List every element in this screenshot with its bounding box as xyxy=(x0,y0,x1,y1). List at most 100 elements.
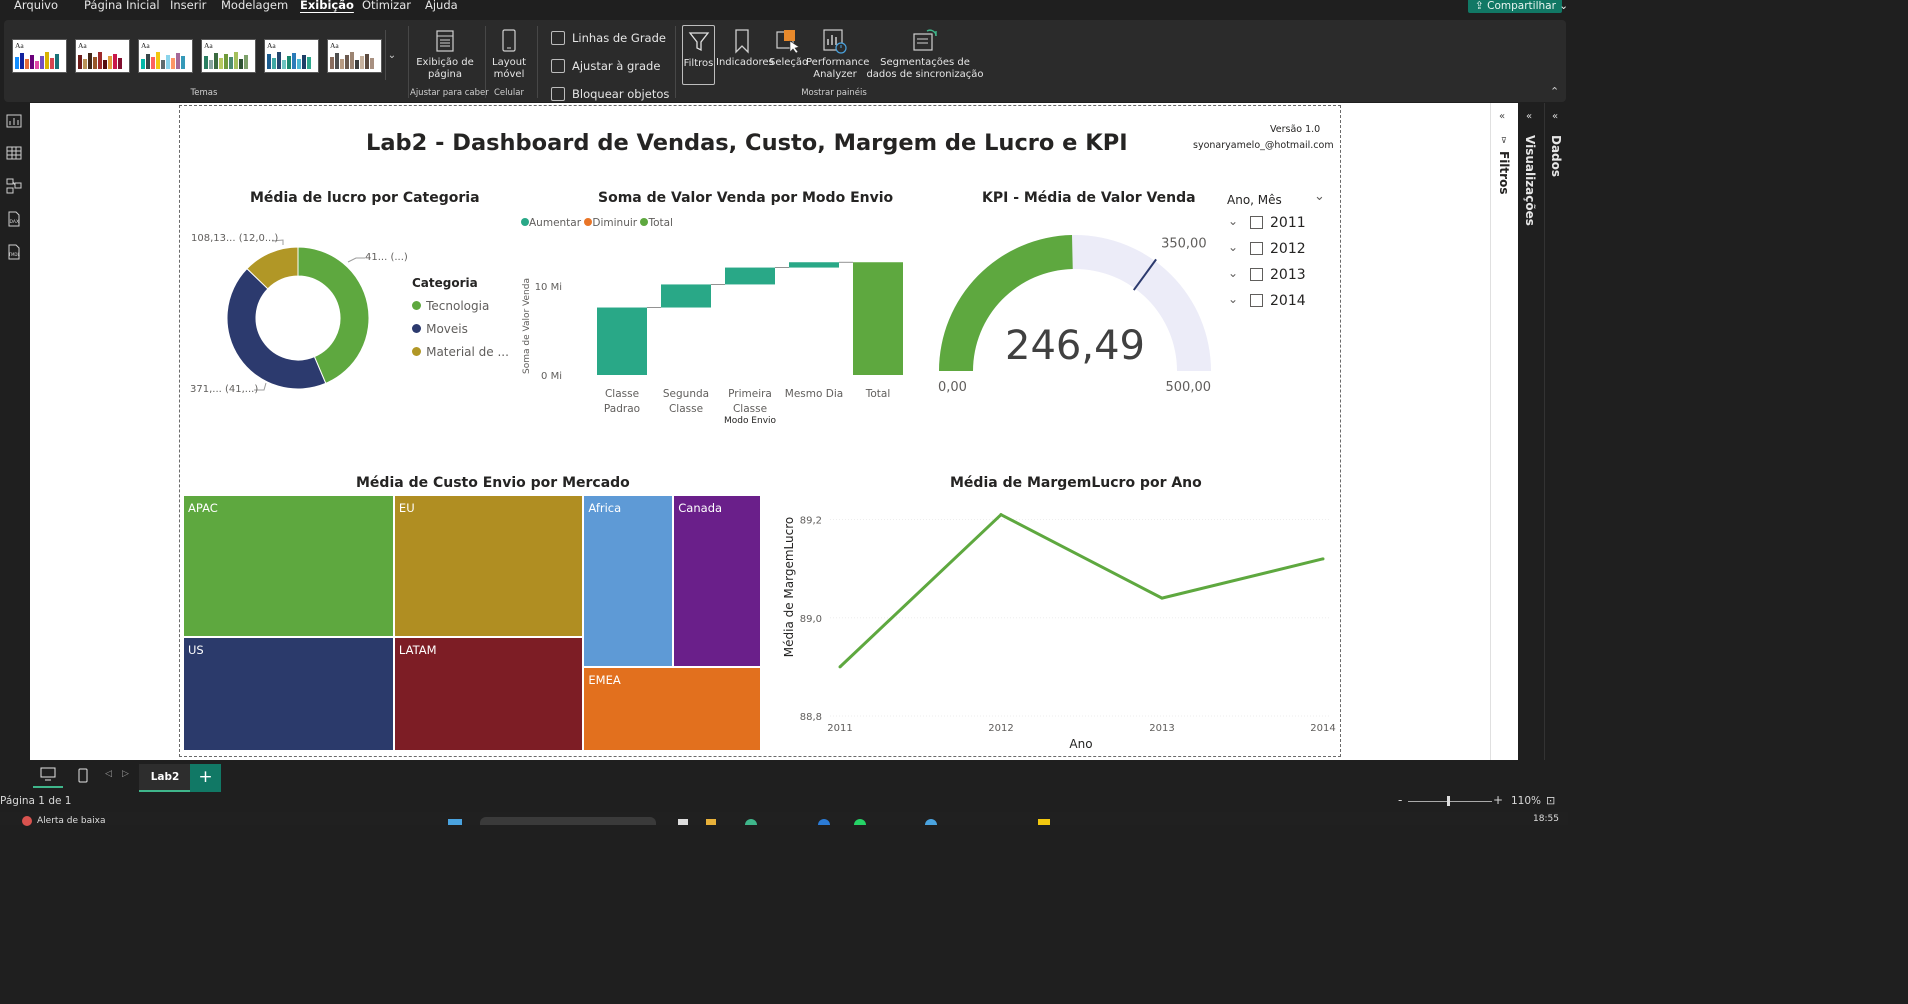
phone-icon[interactable] xyxy=(77,768,89,784)
chevron-down-icon[interactable]: ⌄ xyxy=(1228,266,1238,280)
slicer-item-2011[interactable]: ⌄ 2011 xyxy=(1226,214,1336,235)
donut-slice[interactable] xyxy=(226,267,327,390)
donut-legend-item[interactable]: Tecnologia xyxy=(412,295,489,314)
treemap-tile-us[interactable]: US xyxy=(183,636,394,751)
add-page-button[interactable]: + xyxy=(190,764,221,792)
taskbar-alert[interactable]: Alerta de baixa xyxy=(37,816,105,826)
treemap-tile-latam[interactable]: LATAM xyxy=(393,636,584,751)
waterfall-bar[interactable] xyxy=(789,262,839,268)
taskbar-search[interactable] xyxy=(480,817,656,825)
waterfall-bar[interactable] xyxy=(597,307,647,375)
zoom-slider[interactable] xyxy=(1408,801,1492,802)
line-series[interactable] xyxy=(838,512,1324,668)
slicer-item-2013[interactable]: ⌄ 2013 xyxy=(1226,266,1336,287)
next-page-icon[interactable]: ▷ xyxy=(122,769,129,779)
treemap-tile-canada[interactable]: Canada xyxy=(673,495,761,667)
waterfall-bar[interactable] xyxy=(661,284,711,308)
dax-query-icon[interactable]: DAX xyxy=(6,211,22,227)
data-pane-collapsed[interactable]: « Dados xyxy=(1544,103,1568,760)
donut-legend-item[interactable]: Moveis xyxy=(412,318,468,337)
theme-option-3[interactable]: Aa xyxy=(138,39,193,73)
taskbar-app-icon[interactable] xyxy=(925,819,937,825)
filters-pane-button[interactable]: Filtros xyxy=(682,25,715,85)
expand-icon[interactable]: « xyxy=(1526,111,1532,122)
tmdl-view-icon[interactable]: TMDL xyxy=(6,244,22,260)
waterfall-bar[interactable] xyxy=(853,262,903,375)
page-view-button[interactable]: Exibição de página xyxy=(415,28,475,84)
theme-option-4[interactable]: Aa xyxy=(201,39,256,73)
chevron-down-icon[interactable]: ⌄ xyxy=(1228,292,1238,306)
visualizations-pane-collapsed[interactable]: « Visualizações xyxy=(1518,103,1544,760)
report-view-icon[interactable] xyxy=(6,113,22,129)
treemap-chart[interactable]: APAC US EU LATAM Africa Canada EMEA xyxy=(183,495,761,751)
line-chart[interactable]: 89,2 89,0 88,8 Média de MargemLucro 2011 2012… xyxy=(775,495,1340,755)
treemap-tile-apac[interactable]: APAC xyxy=(183,495,394,637)
menu-modelagem[interactable]: Modelagem xyxy=(221,0,288,12)
menu-inserir[interactable]: Inserir xyxy=(170,0,206,12)
treemap-tile-eu[interactable]: EU xyxy=(393,495,584,637)
chevron-down-icon: ⌄ xyxy=(1555,0,1569,12)
taskbar-app-icon[interactable] xyxy=(818,819,830,825)
chevron-down-icon[interactable]: ⌄ xyxy=(1314,189,1325,204)
table-view-icon[interactable] xyxy=(6,145,22,161)
snap-to-grid-checkbox[interactable] xyxy=(551,59,565,73)
sync-slicers-button[interactable]: Segmentações de dados de sincronização xyxy=(865,28,985,84)
slicer-checkbox[interactable] xyxy=(1250,216,1263,229)
taskbar-app-icon[interactable] xyxy=(745,819,757,825)
zoom-slider-handle[interactable] xyxy=(1447,796,1450,806)
line-point[interactable] xyxy=(1160,596,1164,600)
slicer-item-2014[interactable]: ⌄ 2014 xyxy=(1226,292,1336,313)
taskbar-app-icon[interactable] xyxy=(678,819,688,825)
gridlines-checkbox[interactable] xyxy=(551,31,565,45)
waterfall-chart[interactable]: Soma de Valor Venda 10 Mi 0 Mi Classe Padrao… xyxy=(515,230,915,435)
kpi-gauge[interactable]: 246,49 0,00 500,00 350,00 xyxy=(925,225,1225,400)
treemap-tile-africa[interactable]: Africa xyxy=(583,495,674,667)
treemap-tile-emea[interactable]: EMEA xyxy=(583,666,761,751)
slicer-checkbox[interactable] xyxy=(1250,268,1263,281)
taskbar-app-icon[interactable] xyxy=(706,819,716,825)
slicer-checkbox[interactable] xyxy=(1250,242,1263,255)
model-view-icon[interactable] xyxy=(6,178,22,194)
menu-exibicao[interactable]: Exibição xyxy=(300,0,354,12)
collapse-ribbon-icon[interactable]: ⌃ xyxy=(1550,85,1559,98)
prev-page-icon[interactable]: ◁ xyxy=(105,769,112,779)
slicer-checkbox[interactable] xyxy=(1250,294,1263,307)
selection-pane-button[interactable]: Seleção xyxy=(769,28,808,84)
legend-diminuir[interactable]: Diminuir xyxy=(592,217,637,229)
menu-ajuda[interactable]: Ajuda xyxy=(425,0,458,12)
line-point[interactable] xyxy=(999,513,1003,517)
gallery-expand-button[interactable]: ⌄ xyxy=(385,30,398,80)
windows-start-icon[interactable] xyxy=(448,819,462,825)
chevron-down-icon[interactable]: ⌄ xyxy=(1228,240,1238,254)
share-button[interactable]: ⇪ Compartilhar ⌄ xyxy=(1468,0,1568,13)
taskbar-app-icon[interactable] xyxy=(854,819,866,825)
bookmarks-pane-button[interactable]: Indicadores xyxy=(716,28,774,84)
mobile-layout-button[interactable]: Layout móvel xyxy=(489,28,529,84)
zoom-in-button[interactable]: + xyxy=(1493,793,1503,807)
menu-pagina-inicial[interactable]: Página Inicial xyxy=(84,0,160,12)
line-point[interactable] xyxy=(1321,557,1325,561)
expand-icon[interactable]: « xyxy=(1499,111,1505,122)
fit-page-icon[interactable]: ⊡ xyxy=(1546,794,1555,807)
theme-option-2[interactable]: Aa xyxy=(75,39,130,73)
theme-option-5[interactable]: Aa xyxy=(264,39,319,73)
waterfall-bar[interactable] xyxy=(725,267,775,285)
zoom-out-button[interactable]: - xyxy=(1398,793,1402,807)
menu-otimizar[interactable]: Otimizar xyxy=(362,0,411,12)
lock-objects-checkbox[interactable] xyxy=(551,87,565,101)
expand-icon[interactable]: « xyxy=(1552,111,1558,122)
filters-pane-collapsed[interactable]: « ⊽ Filtros xyxy=(1490,103,1518,760)
desktop-view-button[interactable] xyxy=(33,762,63,788)
chevron-down-icon[interactable]: ⌄ xyxy=(1228,214,1238,228)
legend-aumentar[interactable]: Aumentar xyxy=(529,217,581,229)
theme-option-6[interactable]: Aa xyxy=(327,39,382,73)
page-tab-lab2[interactable]: Lab2 xyxy=(139,764,191,792)
line-point[interactable] xyxy=(838,665,842,669)
taskbar-app-icon[interactable] xyxy=(1038,819,1050,825)
legend-total[interactable]: Total xyxy=(648,217,673,229)
slicer-item-2012[interactable]: ⌄ 2012 xyxy=(1226,240,1336,261)
performance-analyzer-button[interactable]: Performance Analyzer xyxy=(806,28,869,84)
donut-legend-item[interactable]: Material de ... xyxy=(412,341,509,360)
theme-option-1[interactable]: Aa xyxy=(12,39,67,73)
menu-arquivo[interactable]: Arquivo xyxy=(14,0,58,12)
